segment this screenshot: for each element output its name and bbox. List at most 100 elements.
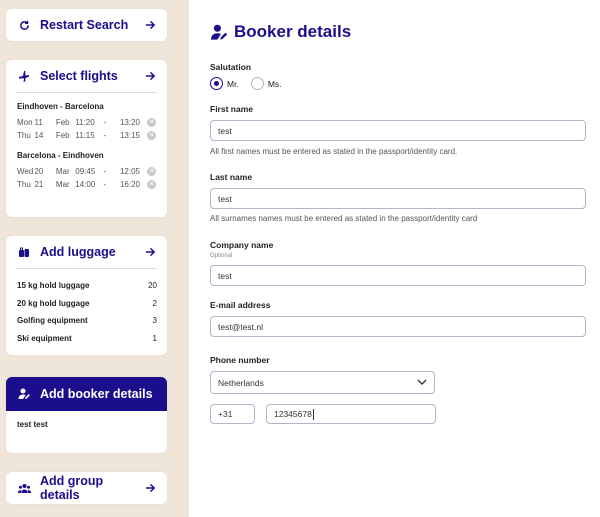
select-flights-button[interactable]: Select flights bbox=[6, 60, 167, 92]
text-caret bbox=[312, 408, 314, 420]
flight-month: Mar bbox=[55, 167, 70, 176]
arrow-right-icon bbox=[145, 247, 157, 257]
luggage-name: Ski equipment bbox=[17, 333, 72, 343]
first-name-hint: All first names must be entered as state… bbox=[210, 147, 458, 156]
radio-unchecked-icon[interactable] bbox=[250, 77, 264, 90]
salutation-option-label: Mr. bbox=[227, 78, 239, 89]
select-flights-card: Select flights Eindhoven - Barcelona Mon… bbox=[6, 60, 167, 217]
luggage-item: 20 kg hold luggage 2 bbox=[6, 295, 167, 313]
flight-departure: 11:20 bbox=[75, 118, 95, 127]
flight-dash: - bbox=[103, 180, 107, 189]
remove-icon[interactable]: ✕ bbox=[147, 118, 156, 127]
route-label: Eindhoven - Barcelona bbox=[17, 102, 104, 111]
user-edit-icon bbox=[17, 388, 31, 400]
add-group-details-card[interactable]: Add group details bbox=[6, 472, 167, 504]
flight-day: Thu bbox=[17, 131, 31, 140]
last-name-input[interactable]: test bbox=[210, 188, 586, 209]
phone-number-value: 12345678 bbox=[274, 409, 312, 419]
flight-month: Feb bbox=[55, 118, 70, 127]
airplane-icon bbox=[17, 70, 31, 82]
company-name-label: Company name bbox=[210, 240, 274, 250]
flight-month: Mar bbox=[55, 180, 70, 189]
remove-icon[interactable]: ✕ bbox=[147, 180, 156, 189]
luggage-name: 20 kg hold luggage bbox=[17, 298, 90, 308]
email-label: E-mail address bbox=[210, 300, 271, 310]
luggage-item: 15 kg hold luggage 20 bbox=[6, 277, 167, 295]
add-luggage-card: Add luggage 15 kg hold luggage 20 20 kg … bbox=[6, 236, 167, 355]
booker-name: test test bbox=[17, 420, 48, 429]
remove-icon[interactable]: ✕ bbox=[147, 131, 156, 140]
add-booker-details-button[interactable]: Add booker details bbox=[6, 377, 167, 411]
country-select-value: Netherlands bbox=[218, 377, 264, 388]
flight-dash: - bbox=[103, 167, 107, 176]
luggage-qty: 3 bbox=[152, 316, 157, 326]
salutation-option-label: Ms. bbox=[267, 78, 282, 89]
salutation-option-mr[interactable]: Mr. bbox=[210, 77, 239, 90]
company-name-input[interactable]: test bbox=[210, 265, 586, 286]
last-name-hint: All surnames names must be entered as st… bbox=[210, 214, 478, 223]
first-name-label: First name bbox=[210, 104, 253, 114]
add-group-details-button[interactable]: Add group details bbox=[6, 472, 167, 504]
add-group-details-label: Add group details bbox=[40, 474, 104, 502]
luggage-qty: 1 bbox=[152, 333, 157, 343]
page-title: Booker details bbox=[210, 22, 351, 42]
phone-label: Phone number bbox=[210, 355, 270, 365]
chevron-down-icon bbox=[417, 378, 427, 388]
luggage-item: Ski equipment 1 bbox=[6, 330, 167, 348]
luggage-item: Golfing equipment 3 bbox=[6, 312, 167, 330]
add-luggage-button[interactable]: Add luggage bbox=[6, 236, 167, 268]
route-label: Barcelona - Eindhoven bbox=[17, 151, 104, 160]
restart-search-card[interactable]: Restart Search bbox=[6, 9, 167, 41]
flight-date: 21 bbox=[34, 180, 44, 189]
arrow-right-icon bbox=[145, 20, 157, 30]
flight-departure: 11:15 bbox=[75, 131, 95, 140]
luggage-name: Golfing equipment bbox=[17, 316, 88, 326]
flight-date: 14 bbox=[34, 131, 44, 140]
phone-number-input[interactable]: 12345678 bbox=[266, 404, 436, 424]
flight-month: Feb bbox=[55, 131, 70, 140]
restart-search-button[interactable]: Restart Search bbox=[6, 9, 167, 41]
add-booker-details-card: Add booker details test test bbox=[6, 377, 167, 453]
country-select[interactable]: Netherlands bbox=[210, 371, 435, 394]
flight-row: Mon 11 Feb 11:20 - 13:20 ✕ bbox=[6, 116, 167, 129]
luggage-icon bbox=[17, 247, 31, 258]
flight-arrival: 12:05 bbox=[119, 167, 140, 176]
arrow-right-icon bbox=[145, 483, 157, 493]
refresh-icon bbox=[17, 20, 31, 31]
add-booker-details-label: Add booker details bbox=[40, 387, 153, 401]
page-title-text: Booker details bbox=[234, 22, 352, 41]
flight-day: Mon bbox=[17, 118, 33, 127]
select-flights-label: Select flights bbox=[40, 69, 118, 83]
flight-row: Thu 21 Mar 14:00 - 16:20 ✕ bbox=[6, 178, 167, 191]
flight-day: Wed bbox=[17, 167, 34, 176]
flight-dash: - bbox=[103, 118, 107, 127]
last-name-label: Last name bbox=[210, 172, 253, 182]
flight-arrival: 16:20 bbox=[119, 180, 140, 189]
luggage-name: 15 kg hold luggage bbox=[17, 281, 90, 291]
radio-checked-icon[interactable] bbox=[210, 77, 223, 90]
flight-arrival: 13:15 bbox=[119, 131, 140, 140]
add-luggage-label: Add luggage bbox=[40, 245, 116, 259]
flight-date: 20 bbox=[34, 167, 44, 176]
flight-day: Thu bbox=[17, 180, 31, 189]
remove-icon[interactable]: ✕ bbox=[147, 167, 156, 176]
salutation-option-ms[interactable]: Ms. bbox=[250, 77, 282, 90]
flight-departure: 09:45 bbox=[75, 167, 96, 176]
flight-arrival: 13:20 bbox=[119, 118, 140, 127]
flight-date: 11 bbox=[34, 118, 43, 127]
salutation-radio-group: Mr. Ms. bbox=[210, 77, 294, 90]
first-name-input[interactable]: test bbox=[210, 120, 586, 141]
arrow-right-icon bbox=[145, 71, 157, 81]
flight-dash: - bbox=[103, 131, 107, 140]
email-input[interactable]: test@test.nl bbox=[210, 316, 586, 337]
optional-label: Optional bbox=[210, 253, 233, 259]
flight-row: Thu 14 Feb 11:15 - 13:15 ✕ bbox=[6, 129, 167, 142]
group-icon bbox=[17, 483, 31, 494]
salutation-label: Salutation bbox=[210, 62, 252, 72]
luggage-qty: 20 bbox=[148, 281, 157, 291]
sidebar: Restart Search Select flights Eindhoven … bbox=[0, 0, 189, 517]
flight-departure: 14:00 bbox=[75, 180, 96, 189]
country-code-input[interactable]: +31 bbox=[210, 404, 255, 424]
restart-search-label: Restart Search bbox=[40, 18, 129, 32]
luggage-qty: 2 bbox=[152, 298, 157, 308]
